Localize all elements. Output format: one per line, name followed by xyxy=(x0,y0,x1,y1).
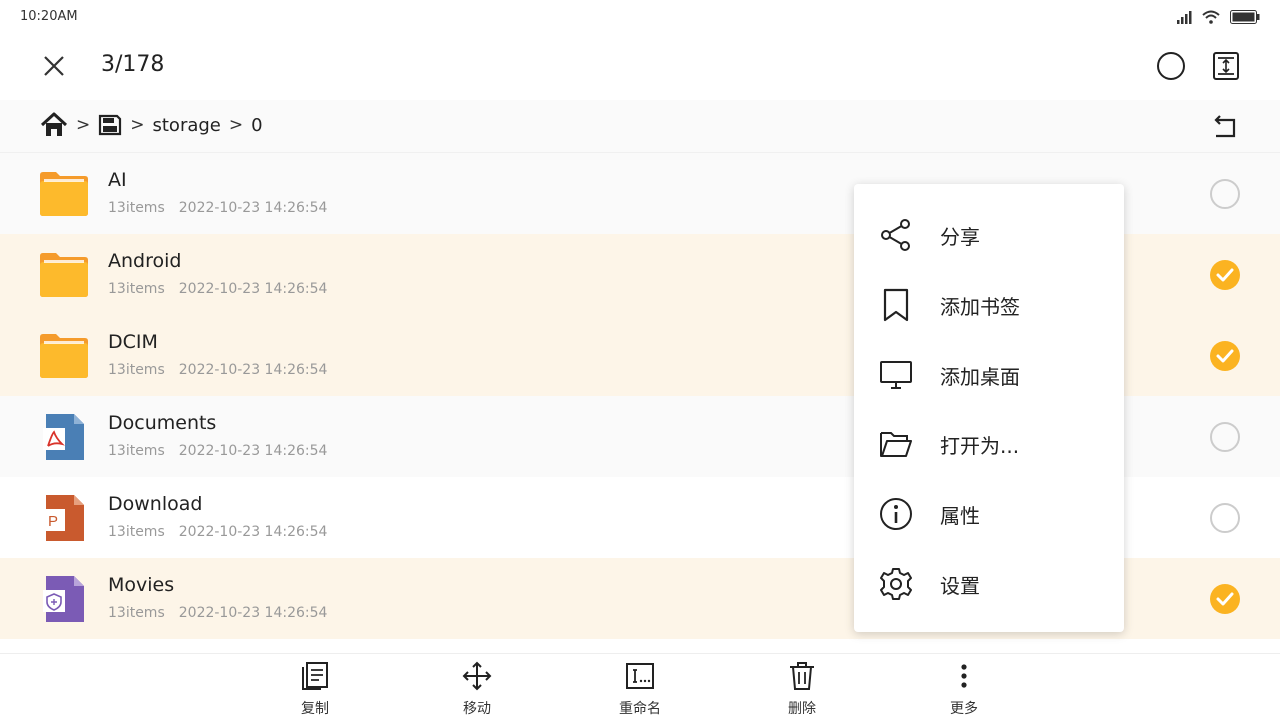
breadcrumb-storage[interactable]: storage xyxy=(153,115,221,136)
file-date: 2022-10-23 14:26:54 xyxy=(178,281,328,297)
file-meta: 13items 2022-10-23 14:26:54 xyxy=(108,605,341,621)
checked-circle-icon[interactable] xyxy=(1209,340,1241,372)
more-button[interactable]: 更多 xyxy=(924,660,1004,718)
file-name: Documents xyxy=(108,412,217,434)
rename-icon xyxy=(624,660,656,692)
file-name: DCIM xyxy=(108,331,158,353)
file-name: Download xyxy=(108,493,203,515)
file-item-count: 13items xyxy=(108,605,165,621)
bottom-toolbar: 复制 移动 重命名 删除 更多 xyxy=(0,653,1280,721)
copy-button[interactable]: 复制 xyxy=(275,660,355,718)
breadcrumb-separator: > xyxy=(228,115,244,135)
gear-icon xyxy=(878,566,914,602)
return-icon xyxy=(1214,115,1236,138)
breadcrumb-separator: > xyxy=(130,115,145,135)
copy-label: 复制 xyxy=(301,701,329,717)
home-icon[interactable] xyxy=(40,112,68,138)
more-vertical-icon xyxy=(948,660,980,692)
selection-count: 3/178 xyxy=(101,52,165,77)
checked-circle-icon[interactable] xyxy=(1209,583,1241,615)
file-meta: 13items 2022-10-23 14:26:54 xyxy=(108,281,341,297)
context-menu: 分享 添加书签 添加桌面 打开为... 属性 设置 xyxy=(854,184,1124,632)
unchecked-circle-icon[interactable] xyxy=(1209,421,1241,453)
move-icon xyxy=(461,660,493,692)
move-label: 移动 xyxy=(463,701,491,717)
delete-button[interactable]: 删除 xyxy=(762,660,842,718)
file-date: 2022-10-23 14:26:54 xyxy=(178,605,328,621)
menu-item-share[interactable]: 分享 xyxy=(854,204,1124,266)
back-button[interactable] xyxy=(1210,112,1240,142)
more-label: 更多 xyxy=(950,701,978,717)
wifi-icon xyxy=(1202,10,1220,24)
share-icon xyxy=(878,217,914,253)
svg-text:P: P xyxy=(48,513,58,530)
folder-icon xyxy=(40,253,88,297)
folder-open-icon xyxy=(878,426,914,462)
secure-file-icon xyxy=(43,576,84,622)
menu-item-settings[interactable]: 设置 xyxy=(854,553,1124,615)
file-meta: 13items 2022-10-23 14:26:54 xyxy=(108,200,341,216)
breadcrumb-0[interactable]: 0 xyxy=(251,115,262,136)
menu-item-label: 分享 xyxy=(940,224,980,249)
status-time: 10:20AM xyxy=(20,9,78,24)
folder-icon xyxy=(40,172,88,216)
status-icons xyxy=(1176,10,1260,24)
battery-icon xyxy=(1230,10,1260,24)
signal-icon xyxy=(1177,11,1192,24)
file-item-count: 13items xyxy=(108,524,165,540)
file-item-count: 13items xyxy=(108,362,165,378)
menu-item-properties[interactable]: 属性 xyxy=(854,483,1124,545)
sd-card-icon[interactable] xyxy=(98,113,122,137)
menu-item-label: 属性 xyxy=(940,503,980,528)
file-item-count: 13items xyxy=(108,443,165,459)
file-item-count: 13items xyxy=(108,200,165,216)
file-name: Movies xyxy=(108,574,175,596)
menu-item-label: 添加书签 xyxy=(940,294,1020,319)
select-all-button[interactable] xyxy=(1155,50,1187,82)
file-meta: 13items 2022-10-23 14:26:54 xyxy=(108,443,341,459)
circle-icon xyxy=(1157,52,1185,80)
select-range-button[interactable] xyxy=(1210,50,1242,82)
ppt-file-icon: P xyxy=(43,495,84,541)
delete-label: 删除 xyxy=(788,701,816,717)
unchecked-circle-icon[interactable] xyxy=(1209,502,1241,534)
bookmark-icon xyxy=(878,287,914,323)
menu-item-label: 设置 xyxy=(940,573,980,598)
file-date: 2022-10-23 14:26:54 xyxy=(178,443,328,459)
folder-icon xyxy=(40,334,88,378)
menu-item-add-bookmark[interactable]: 添加书签 xyxy=(854,274,1124,336)
file-date: 2022-10-23 14:26:54 xyxy=(178,524,328,540)
breadcrumb-separator: > xyxy=(76,115,91,135)
close-button[interactable] xyxy=(38,50,70,82)
menu-item-add-desktop[interactable]: 添加桌面 xyxy=(854,344,1124,406)
file-meta: 13items 2022-10-23 14:26:54 xyxy=(108,524,341,540)
menu-item-label: 添加桌面 xyxy=(940,364,1020,389)
menu-item-open-as[interactable]: 打开为... xyxy=(854,413,1124,475)
breadcrumb-path: > > storage > 0 xyxy=(40,112,263,138)
breadcrumb: > > storage > 0 xyxy=(0,100,1280,153)
expand-vertical-icon xyxy=(1213,52,1239,80)
pdf-file-icon xyxy=(43,414,84,460)
move-button[interactable]: 移动 xyxy=(437,660,517,718)
close-icon xyxy=(44,56,64,76)
file-name: AI xyxy=(108,169,127,191)
info-icon xyxy=(878,496,914,532)
file-date: 2022-10-23 14:26:54 xyxy=(178,362,328,378)
rename-button[interactable]: 重命名 xyxy=(600,660,680,718)
menu-item-label: 打开为... xyxy=(940,433,1020,458)
desktop-icon xyxy=(878,357,914,393)
unchecked-circle-icon[interactable] xyxy=(1209,178,1241,210)
file-item-count: 13items xyxy=(108,281,165,297)
file-meta: 13items 2022-10-23 14:26:54 xyxy=(108,362,341,378)
copy-icon xyxy=(299,660,331,692)
status-bar: 10:20AM xyxy=(0,0,1280,34)
rename-label: 重命名 xyxy=(619,701,661,717)
file-name: Android xyxy=(108,250,182,272)
file-date: 2022-10-23 14:26:54 xyxy=(178,200,328,216)
checked-circle-icon[interactable] xyxy=(1209,259,1241,291)
trash-icon xyxy=(786,660,818,692)
top-bar: 3/178 xyxy=(0,34,1280,100)
